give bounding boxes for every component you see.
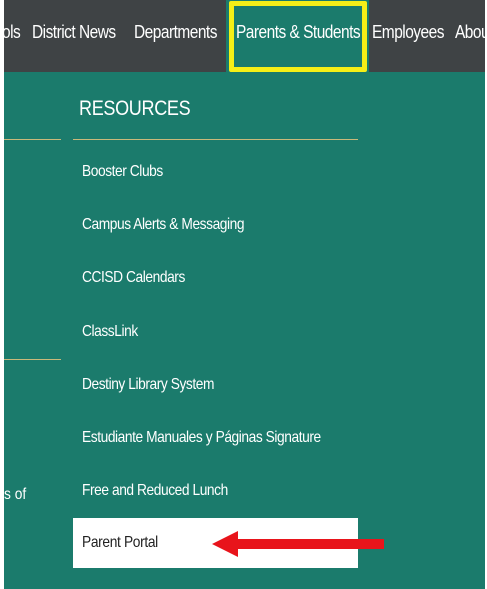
parent-portal-label: Parent Portal [82, 534, 158, 551]
nav-item-about[interactable]: Abou [455, 20, 485, 44]
menu-item-campus-alerts[interactable]: Campus Alerts & Messaging [82, 215, 245, 235]
top-navigation-bar: ols District News Departments Parents & … [4, 0, 485, 72]
menu-item-ccisd-calendars[interactable]: CCISD Calendars [82, 268, 185, 288]
left-column-text-fragment: s of [4, 486, 27, 503]
resources-heading: RESOURCES [79, 97, 191, 120]
resources-heading-divider [73, 139, 358, 140]
left-column-divider-2 [4, 359, 61, 360]
nav-item-schools[interactable]: ols [4, 20, 21, 44]
red-arrow-icon [212, 531, 384, 557]
menu-item-destiny-library[interactable]: Destiny Library System [82, 375, 214, 395]
menu-item-estudiante-manuales[interactable]: Estudiante Manuales y Páginas Signature [82, 428, 321, 448]
nav-item-district-news[interactable]: District News [32, 20, 116, 44]
nav-item-employees[interactable]: Employees [372, 20, 444, 44]
page-frame: ols District News Departments Parents & … [4, 0, 485, 589]
menu-item-classlink[interactable]: ClassLink [82, 322, 138, 342]
nav-highlight-annotation [229, 1, 367, 72]
menu-item-free-reduced-lunch[interactable]: Free and Reduced Lunch [82, 481, 228, 501]
left-column-divider [4, 139, 61, 140]
nav-item-departments[interactable]: Departments [134, 20, 217, 44]
menu-item-booster-clubs[interactable]: Booster Clubs [82, 162, 163, 182]
